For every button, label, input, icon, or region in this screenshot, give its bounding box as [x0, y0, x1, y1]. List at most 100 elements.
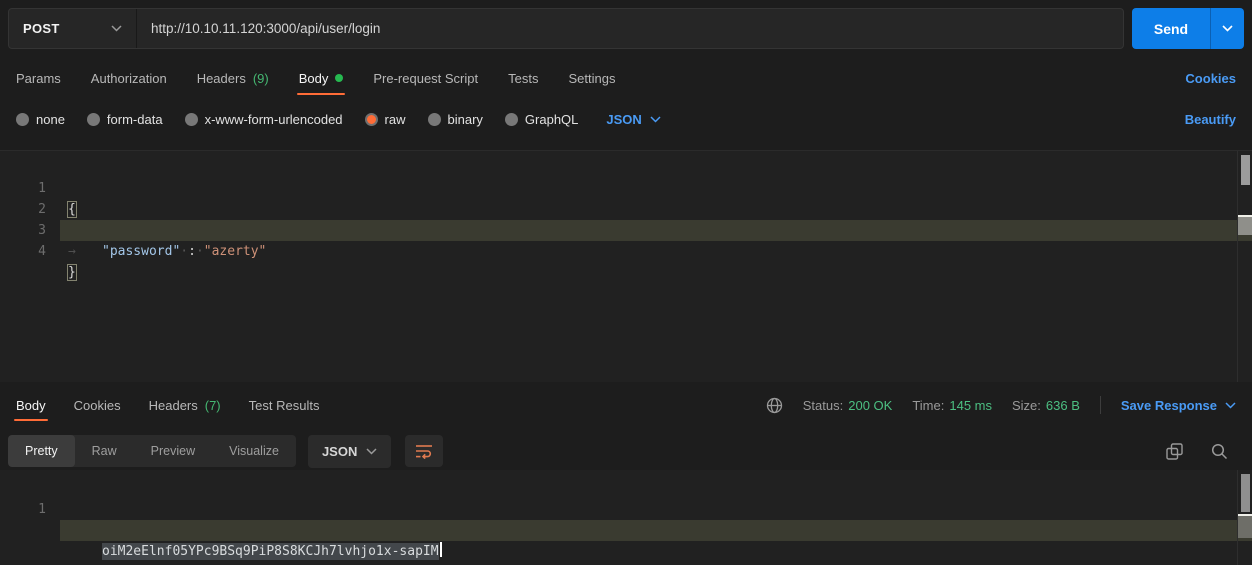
tab-label: Body — [299, 71, 329, 86]
tab-headers[interactable]: Headers (9) — [197, 58, 269, 98]
tab-settings[interactable]: Settings — [568, 58, 615, 98]
copy-icon — [1166, 443, 1183, 460]
send-options-button[interactable] — [1210, 8, 1244, 49]
tab-label: Headers — [197, 71, 246, 86]
divider — [1100, 396, 1101, 414]
tab-label: Cookies — [74, 398, 121, 413]
tab-label: Authorization — [91, 71, 167, 86]
status-label: Status: — [803, 398, 843, 413]
radio-circle-icon — [428, 113, 441, 126]
tab-label: Settings — [568, 71, 615, 86]
scrollbar-cursor-marker — [1238, 215, 1252, 235]
view-tab-raw[interactable]: Raw — [75, 435, 134, 467]
tab-pre-request-script[interactable]: Pre-request Script — [373, 58, 478, 98]
editor-line-current: 4 } — [0, 220, 1252, 241]
response-toolbar: Pretty Raw Preview Visualize JSON — [8, 432, 1244, 470]
radio-circle-icon — [185, 113, 198, 126]
method-dropdown[interactable]: POST — [9, 9, 137, 48]
tab-label: Pre-request Script — [373, 71, 478, 86]
language-label: JSON — [606, 112, 641, 127]
close-brace: } — [68, 265, 76, 280]
radio-label: raw — [385, 112, 406, 127]
time-label: Time: — [912, 398, 944, 413]
chevron-down-icon — [1222, 25, 1233, 32]
editor-line: 2 →"email"·:·"azerty@azerty.com", — [0, 178, 1252, 199]
radio-label: GraphQL — [525, 112, 578, 127]
view-tab-visualize[interactable]: Visualize — [212, 435, 296, 467]
radio-binary[interactable]: binary — [428, 112, 483, 127]
body-has-content-dot — [335, 74, 343, 82]
tab-label: Body — [16, 398, 46, 413]
response-line: 1 eyJhbGciOiJIUzI1NiIsInR5cCI6IkpXVCJ9. — [0, 478, 1252, 499]
network-globe-icon[interactable] — [766, 397, 783, 414]
status-pair: Status: 200 OK — [803, 398, 893, 413]
tab-label: Tests — [508, 71, 538, 86]
radio-graphql[interactable]: GraphQL — [505, 112, 578, 127]
radio-label: x-www-form-urlencoded — [205, 112, 343, 127]
view-tab-preview[interactable]: Preview — [134, 435, 212, 467]
cookies-link[interactable]: Cookies — [1185, 71, 1236, 86]
response-tab-body[interactable]: Body — [16, 386, 46, 424]
save-response-button[interactable]: Save Response — [1121, 398, 1236, 413]
scrollbar-thumb[interactable] — [1241, 155, 1250, 185]
send-split-button: Send — [1132, 8, 1244, 49]
headers-count: (9) — [253, 71, 269, 86]
status-value: 200 OK — [848, 398, 892, 413]
line-number: 4 — [0, 241, 46, 262]
word-wrap-icon — [415, 443, 433, 459]
editor-line: 3 →"password"·:·"azerty" — [0, 199, 1252, 220]
request-tabs: Params Authorization Headers (9) Body Pre… — [16, 58, 1236, 98]
tab-label: Headers — [149, 398, 198, 413]
radio-circle-icon — [87, 113, 100, 126]
send-button[interactable]: Send — [1132, 8, 1210, 49]
tab-tests[interactable]: Tests — [508, 58, 538, 98]
response-tab-test-results[interactable]: Test Results — [249, 386, 320, 424]
body-type-row: none form-data x-www-form-urlencoded raw… — [16, 100, 1236, 138]
size-value: 636 B — [1046, 398, 1080, 413]
request-body-editor[interactable]: 1 { 2 →"email"·:·"azerty@azerty.com", 3 … — [0, 150, 1252, 382]
tab-params[interactable]: Params — [16, 58, 61, 98]
search-icon — [1211, 443, 1228, 460]
response-body-viewer[interactable]: 1 eyJhbGciOiJIUzI1NiIsInR5cCI6IkpXVCJ9. … — [0, 470, 1252, 565]
json-key: "password" — [102, 244, 180, 259]
body-language-dropdown[interactable]: JSON — [606, 112, 660, 127]
response-tab-cookies[interactable]: Cookies — [74, 386, 121, 424]
tab-label: Test Results — [249, 398, 320, 413]
response-language-dropdown[interactable]: JSON — [308, 435, 391, 468]
beautify-link[interactable]: Beautify — [1185, 112, 1236, 127]
radio-raw[interactable]: raw — [365, 112, 406, 127]
method-label: POST — [23, 21, 60, 36]
word-wrap-button[interactable] — [405, 435, 443, 467]
url-input[interactable]: http://10.10.11.120:3000/api/user/login — [137, 9, 1123, 48]
copy-response-button[interactable] — [1166, 443, 1183, 460]
editor-scrollbar[interactable] — [1237, 151, 1252, 382]
radio-form-data[interactable]: form-data — [87, 112, 163, 127]
response-meta: Status:200 OK Time:145 ms Size:636 B Sav… — [766, 396, 1236, 414]
scrollbar-thumb[interactable] — [1241, 474, 1250, 512]
response-view-switcher: Pretty Raw Preview Visualize — [8, 435, 296, 467]
whitespace-dot: · — [196, 244, 204, 259]
url-text: http://10.10.11.120:3000/api/user/login — [151, 21, 380, 36]
url-bar: POST http://10.10.11.120:3000/api/user/l… — [8, 8, 1124, 49]
tab-label: Params — [16, 71, 61, 86]
tab-body[interactable]: Body — [299, 58, 344, 98]
editor-line: 1 { — [0, 157, 1252, 178]
time-value: 145 ms — [949, 398, 992, 413]
radio-x-www-form-urlencoded[interactable]: x-www-form-urlencoded — [185, 112, 343, 127]
chevron-down-icon — [111, 25, 122, 32]
tab-authorization[interactable]: Authorization — [91, 58, 167, 98]
response-tab-headers[interactable]: Headers(7) — [149, 386, 221, 424]
radio-circle-icon — [505, 113, 518, 126]
scrollbar-cursor-marker — [1238, 514, 1252, 538]
radio-label: form-data — [107, 112, 163, 127]
radio-selected-icon — [365, 113, 378, 126]
radio-circle-icon — [16, 113, 29, 126]
view-tab-pretty[interactable]: Pretty — [8, 435, 75, 467]
radio-none[interactable]: none — [16, 112, 65, 127]
radio-label: none — [36, 112, 65, 127]
search-response-button[interactable] — [1211, 443, 1228, 460]
chevron-down-icon — [366, 448, 377, 455]
save-response-label: Save Response — [1121, 398, 1217, 413]
response-scrollbar[interactable] — [1237, 470, 1252, 565]
response-tabs-row: Body Cookies Headers(7) Test Results Sta… — [16, 386, 1236, 424]
